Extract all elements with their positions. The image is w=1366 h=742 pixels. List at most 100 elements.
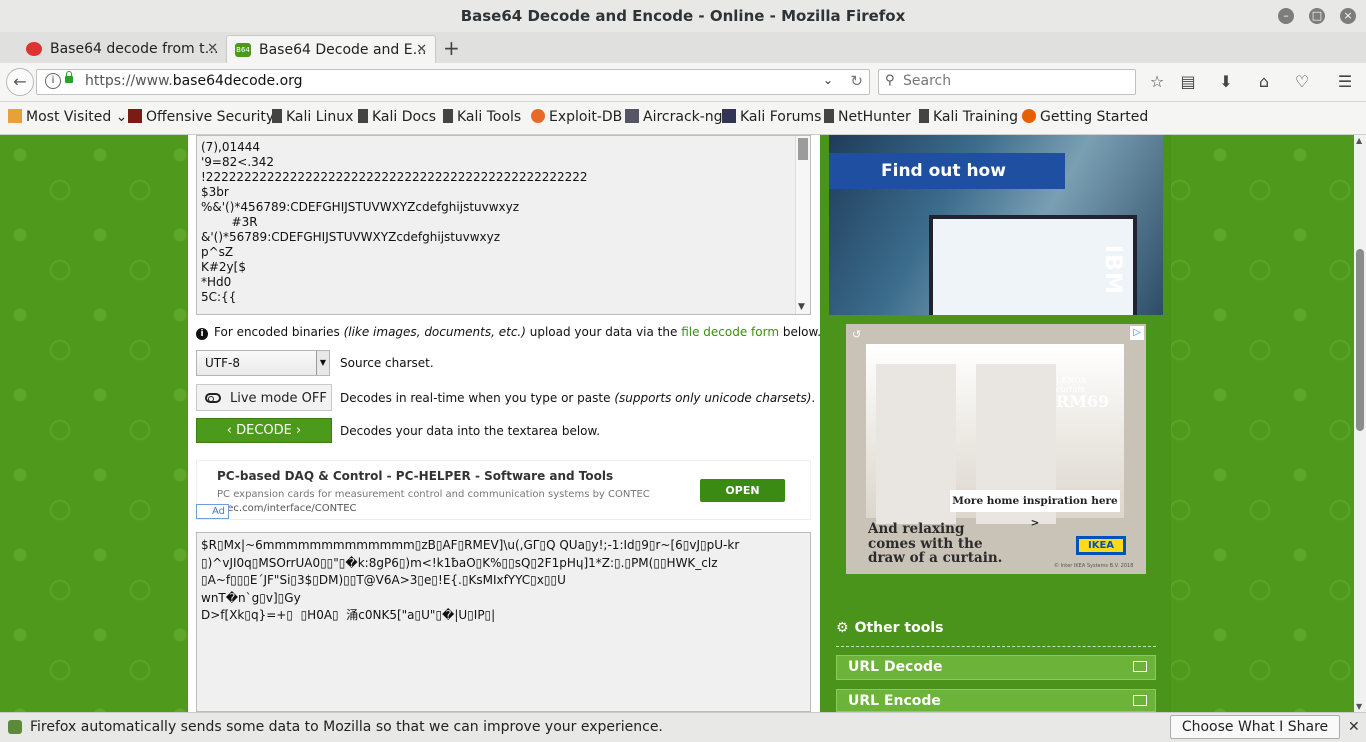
tab-strip: Base64 decode from t… ✕ B64 Base64 Decod… (0, 32, 1366, 63)
ad-headline[interactable]: PC-based DAQ & Control - PC-HELPER - Sof… (217, 469, 613, 483)
close-tab-icon[interactable]: ✕ (207, 41, 218, 56)
text-line: $3br (201, 185, 229, 199)
decoded-output-textarea[interactable]: $R▯Mx|~6mmmmmmmmmmmmm▯zB▯AF▯RMEV]\u(,GΓ▯… (196, 532, 811, 712)
text-line: $R▯Mx|~6mmmmmmmmmmmmm▯zB▯AF▯RMEV]\u(,GΓ▯… (201, 538, 740, 552)
file-decode-form-link[interactable]: file decode form (681, 325, 779, 339)
bookmark-kali-forums[interactable]: Kali Forums (722, 109, 821, 125)
replay-icon[interactable]: ↺ (852, 328, 861, 341)
bookmark-kali-tools[interactable]: Kali Tools (443, 109, 521, 125)
ikea-copyright: © Inter IKEA Systems B.V. 2018 (1054, 563, 1134, 569)
chevron-down-icon[interactable]: ▼ (798, 302, 805, 312)
bookmark-star-icon[interactable]: ☆ (1147, 72, 1167, 92)
url-encode-link[interactable]: URL Encode (836, 689, 1156, 712)
binary-upload-note: i For encoded binaries (like images, docu… (196, 325, 821, 340)
textarea-scrollbar[interactable]: ▼ (795, 136, 810, 314)
download-icon[interactable]: ⬇ (1216, 72, 1236, 92)
ikea-price: RM69 (1056, 392, 1110, 411)
ikea-tagline: And relaxing comes with the draw of a cu… (868, 521, 1003, 566)
notification-text: Firefox automatically sends some data to… (30, 719, 663, 735)
adchoices-icon[interactable]: ▷ (1130, 326, 1144, 340)
page-scrollbar-thumb[interactable] (1356, 249, 1364, 431)
source-charset-select[interactable]: UTF-8 ▼ (196, 350, 330, 376)
charset-label: Source charset. (340, 356, 434, 370)
folder-icon (8, 109, 22, 123)
kali-dragon-icon (443, 109, 453, 123)
bookmark-aircrack-ng[interactable]: Aircrack-ng (625, 109, 723, 125)
ad-url[interactable]: ntec.com/interface/CONTEC (217, 503, 357, 514)
navigation-toolbar: ← i https://www.base64decode.org ⌄ ↻ ⚲ S… (0, 63, 1366, 102)
live-mode-toggle[interactable]: Live mode OFF (196, 384, 332, 411)
info-icon[interactable]: i (45, 73, 61, 89)
ikea-ad[interactable]: ↺ ▷ LENDA curtain RM69 More home inspirat… (846, 324, 1146, 574)
toggle-icon (205, 393, 221, 403)
url-bar[interactable]: i https://www.base64decode.org ⌄ ↻ (36, 69, 870, 95)
offsec-icon (128, 109, 142, 123)
scrollbar-thumb[interactable] (798, 138, 808, 160)
back-arrow-icon[interactable]: ← (6, 68, 34, 96)
menu-hamburger-icon[interactable]: ☰ (1335, 72, 1355, 92)
text-line: p^sZ (201, 245, 234, 259)
decoded-text: $R▯Mx|~6mmmmmmmmmmmmm▯zB▯AF▯RMEV]\u(,GΓ▯… (201, 537, 739, 625)
text-ad[interactable]: PC-based DAQ & Control - PC-HELPER - Sof… (196, 460, 811, 520)
live-mode-label: Live mode OFF (230, 391, 327, 406)
text-line: %&'()*456789:CDEFGHIJSTUVWXYZcdefghijstu… (201, 200, 520, 214)
tab-label: Base64 decode from t… (50, 41, 219, 57)
kali-forums-icon (722, 109, 736, 123)
ibm-ad-banner[interactable]: Find out how IBM (829, 135, 1163, 315)
curtain-left-illustration (876, 364, 956, 524)
tomato-favicon-icon (26, 42, 42, 56)
reload-icon[interactable]: ↻ (850, 72, 863, 90)
close-window-icon[interactable]: × (1340, 8, 1356, 24)
close-tab-icon[interactable]: ✕ (416, 42, 427, 57)
bookmark-most-visited[interactable]: Most Visited ⌄ (8, 109, 127, 125)
minimize-icon[interactable]: – (1278, 8, 1294, 24)
bookmark-kali-training[interactable]: Kali Training (919, 109, 1018, 125)
text-line: *Hd0 (201, 275, 232, 289)
chevron-down-icon[interactable]: ▼ (316, 351, 329, 375)
chevron-up-icon[interactable]: ▲ (1356, 136, 1362, 145)
bookmark-exploit-db[interactable]: Exploit-DB (531, 109, 622, 125)
decode-button[interactable]: ‹ DECODE › (196, 418, 332, 443)
tab-base64-decode-from[interactable]: Base64 decode from t… ✕ (18, 35, 226, 63)
chevron-right-icon: › (296, 423, 302, 438)
ibm-logo: IBM (1100, 245, 1125, 295)
window-titlebar: Base64 Decode and Encode - Online - Mozi… (0, 0, 1366, 33)
aircrack-icon (625, 109, 639, 123)
ad-choices-tag[interactable]: Ad (196, 504, 229, 519)
ad-open-button[interactable]: OPEN (700, 479, 785, 502)
bookmark-kali-linux[interactable]: Kali Linux (272, 109, 353, 125)
encoded-input-textarea[interactable]: (7),01444'9=82<.342 !22222222222222222222… (196, 135, 811, 315)
url-decode-link[interactable]: URL Decode (836, 655, 1156, 680)
url-dropdown-icon[interactable]: ⌄ (823, 73, 833, 87)
page-scrollbar[interactable]: ▲ ▼ (1354, 135, 1366, 712)
reading-list-icon[interactable]: ▤ (1178, 72, 1198, 92)
bookmark-offensive-security[interactable]: Offensive Security (128, 109, 274, 125)
encoded-text: (7),01444'9=82<.342 !22222222222222222222… (201, 140, 588, 305)
ad-description: PC expansion cards for measurement contr… (217, 489, 650, 500)
charset-value: UTF-8 (205, 356, 240, 370)
tab-base64-decode-and-encode[interactable]: B64 Base64 Decode and E… ✕ (226, 35, 436, 63)
chevron-down-icon[interactable]: ▼ (1356, 702, 1362, 711)
other-tools-heading: ⚙ Other tools (836, 620, 944, 636)
lock-icon[interactable] (65, 71, 73, 83)
text-line: &'()*56789:CDEFGHIJSTUVWXYZcdefghijstuvw… (201, 230, 501, 244)
url-text[interactable]: https://www.base64decode.org (85, 73, 303, 89)
ikea-more-inspiration-button[interactable]: More home inspiration here > (950, 490, 1120, 529)
text-line: (7),01444 (201, 140, 260, 154)
firefox-icon (1022, 109, 1036, 123)
bookmark-kali-docs[interactable]: Kali Docs (358, 109, 436, 125)
home-icon[interactable]: ⌂ (1254, 72, 1274, 92)
pocket-icon[interactable]: ♡ (1292, 72, 1312, 92)
bookmark-nethunter[interactable]: NetHunter (824, 109, 911, 125)
choose-what-i-share-button[interactable]: Choose What I Share (1170, 715, 1340, 739)
bookmark-getting-started[interactable]: Getting Started (1022, 109, 1148, 125)
envelope-icon (1133, 695, 1147, 706)
search-placeholder: Search (903, 73, 952, 89)
close-notification-icon[interactable]: ✕ (1348, 719, 1360, 735)
envelope-open-icon (1133, 661, 1147, 672)
maximize-icon[interactable]: □ (1309, 8, 1325, 24)
search-input[interactable]: ⚲ Search (878, 69, 1136, 95)
text-line: !222222222222222222222222222222222222222… (201, 170, 588, 184)
new-tab-icon[interactable]: + (443, 36, 460, 60)
ibm-cta-text[interactable]: Find out how (881, 161, 1006, 181)
